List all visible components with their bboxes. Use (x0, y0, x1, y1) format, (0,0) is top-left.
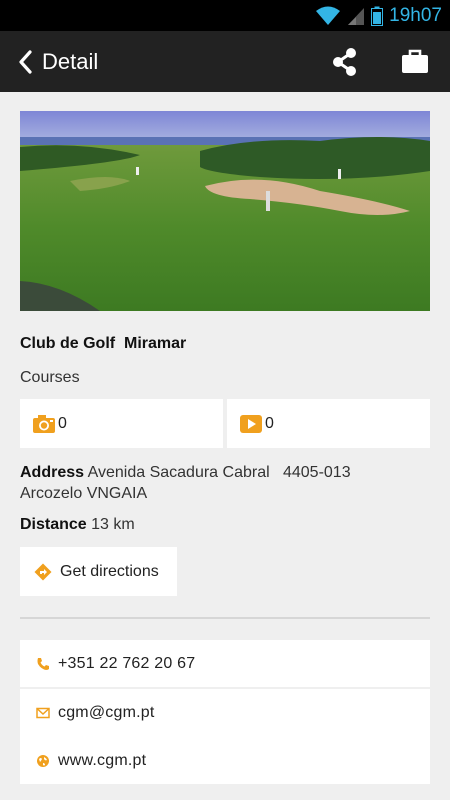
videos-count: 0 (265, 414, 274, 432)
wifi-icon (316, 6, 341, 25)
distance-value: 13 km (91, 516, 135, 533)
club-category: Courses (20, 369, 80, 386)
action-bar: Detail (0, 31, 450, 92)
screen-title: Detail (42, 48, 99, 74)
back-button[interactable]: Detail (18, 31, 98, 92)
website-row[interactable]: www.cgm.pt (20, 738, 430, 784)
phone-row[interactable]: +351 22 762 20 67 (20, 640, 430, 687)
globe-icon (37, 755, 49, 767)
address-line2: Arcozelo VNGAIA (20, 485, 148, 502)
section-divider (20, 617, 430, 619)
address-block: Address Avenida Sacadura Cabral 4405-013… (20, 462, 420, 504)
course-photo (20, 111, 430, 311)
get-directions-button[interactable]: Get directions (20, 547, 177, 596)
video-play-icon (240, 414, 262, 433)
distance-label: Distance (20, 516, 87, 533)
status-bar: 19h07 (0, 0, 450, 31)
address-label: Address (20, 464, 85, 481)
address-line1: Avenida Sacadura Cabral 4405-013 (87, 464, 351, 481)
battery-icon (371, 6, 384, 26)
email-row[interactable]: cgm@cgm.pt (20, 689, 430, 738)
directions-icon (34, 563, 52, 580)
share-button[interactable] (328, 45, 362, 79)
status-indicators: 19h07 (315, 0, 442, 31)
email-icon (36, 707, 50, 718)
camera-icon (33, 414, 55, 433)
phone-icon (37, 657, 49, 670)
videos-counter[interactable]: 0 (227, 399, 430, 448)
photos-count: 0 (58, 414, 67, 432)
clock-time: 19h07 (389, 4, 442, 26)
back-chevron-icon (19, 49, 32, 74)
signal-icon (348, 7, 365, 25)
briefcase-button[interactable] (398, 45, 432, 79)
get-directions-label: Get directions (60, 562, 159, 580)
photos-counter[interactable]: 0 (20, 399, 223, 448)
distance-block: Distance 13 km (20, 516, 135, 534)
club-name: Club de Golf Miramar (20, 335, 187, 352)
email-address: cgm@cgm.pt (58, 703, 155, 721)
phone-number: +351 22 762 20 67 (58, 654, 196, 672)
briefcase-icon (402, 49, 428, 73)
share-icon (333, 48, 356, 76)
website-url: www.cgm.pt (58, 752, 147, 769)
